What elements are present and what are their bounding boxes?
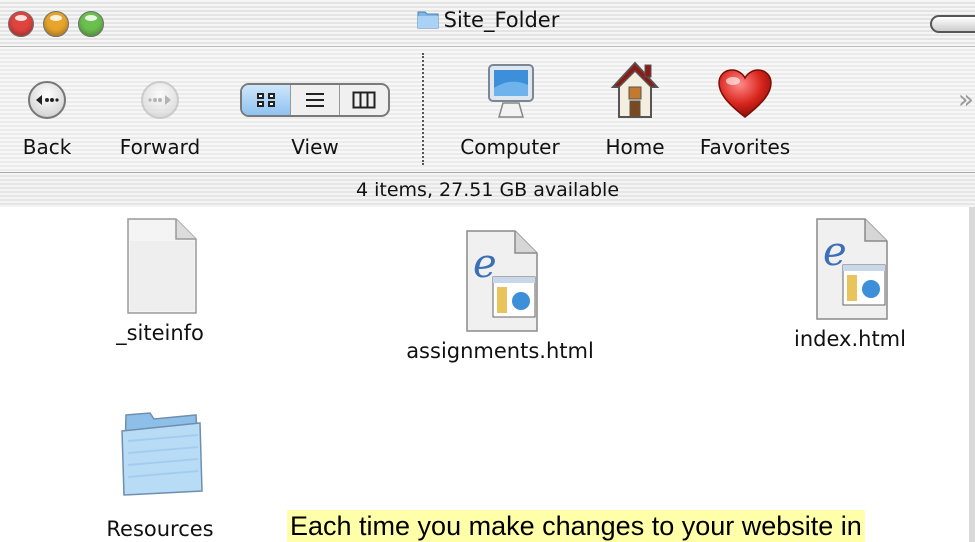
- forward-label: Forward: [119, 135, 201, 159]
- computer-icon: [488, 64, 534, 118]
- file-item[interactable]: e assignments.html: [395, 227, 605, 363]
- status-bar: 4 items, 27.51 GB available: [0, 172, 975, 208]
- html-document-icon: e: [816, 218, 888, 320]
- folder-name: Resources: [106, 517, 214, 541]
- window-titlebar[interactable]: Site_Folder: [0, 0, 975, 46]
- toolbar-toggle-button[interactable]: [930, 15, 975, 33]
- folder-icon: [121, 412, 203, 496]
- file-item[interactable]: _siteinfo: [90, 215, 230, 345]
- toolbar: Back Forward View Computer Home Favorite…: [0, 46, 975, 173]
- file-name: _siteinfo: [116, 321, 204, 345]
- list-view-icon[interactable]: [290, 85, 339, 115]
- favorites-label: Favorites: [699, 135, 791, 159]
- instruction-note: Each time you make changes to your websi…: [287, 510, 865, 542]
- window-edge: [969, 207, 975, 542]
- forward-arrow-icon: [141, 81, 179, 119]
- file-name: index.html: [794, 327, 906, 351]
- window-title-area: Site_Folder: [0, 8, 975, 32]
- folder-item[interactable]: Resources: [95, 405, 225, 541]
- back-arrow-icon: [28, 81, 66, 119]
- window-title: Site_Folder: [443, 8, 560, 32]
- icon-view-icon[interactable]: [242, 85, 290, 115]
- document-icon: [127, 218, 197, 314]
- html-document-icon: e: [466, 230, 538, 332]
- toolbar-separator: [422, 53, 424, 165]
- back-button[interactable]: Back: [12, 47, 82, 173]
- computer-button[interactable]: Computer: [450, 47, 570, 173]
- view-control: View: [240, 47, 390, 173]
- home-icon: [610, 61, 660, 118]
- back-label: Back: [22, 135, 72, 159]
- toolbar-overflow-icon[interactable]: »: [958, 85, 974, 115]
- view-label: View: [291, 135, 339, 159]
- view-mode-segmented-control[interactable]: [240, 83, 390, 117]
- favorites-button[interactable]: Favorites: [690, 47, 800, 173]
- home-label: Home: [605, 135, 665, 159]
- file-name: assignments.html: [406, 339, 594, 363]
- file-item[interactable]: e index.html: [775, 215, 925, 351]
- folder-icon: [417, 11, 439, 29]
- forward-button[interactable]: Forward: [110, 47, 210, 173]
- computer-label: Computer: [460, 135, 560, 159]
- folder-content: _siteinfo e assignments.html e index.htm…: [0, 207, 975, 542]
- heart-icon: [718, 69, 772, 118]
- column-view-icon[interactable]: [339, 85, 388, 115]
- home-button[interactable]: Home: [595, 47, 675, 173]
